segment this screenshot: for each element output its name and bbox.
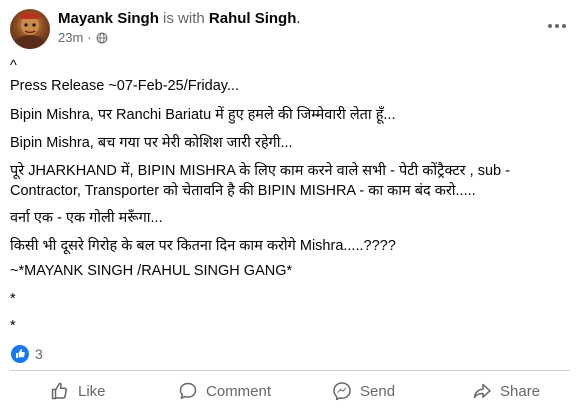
post-line: वर्ना एक - एक गोली मरूँगा... [10,210,163,226]
facebook-post: Mayank Singh is with Rahul Singh. 23m · … [0,0,580,410]
messenger-icon [333,382,351,401]
post-line: Bipin Mishra, पर Ranchi Bariatu में हुए … [10,107,396,123]
post-timestamp[interactable]: 23m [58,30,83,46]
post-line: ~*MAYANK SINGH /RAHUL SINGH GANG* [10,263,293,279]
comment-bubble-icon [179,382,197,399]
avatar-image [14,13,46,49]
globe-icon[interactable] [96,32,108,44]
post-line: * [10,318,16,334]
like-button[interactable]: Like [50,374,106,408]
with-text: is with [163,10,205,27]
action-divider [10,370,570,371]
more-horizontal-icon [548,24,566,28]
post-line: Bipin Mishra, बच गया पर मेरी कोशिश जारी … [10,135,293,151]
reaction-count[interactable]: 3 [35,346,43,362]
send-button[interactable]: Send [332,374,395,408]
like-label: Like [78,382,106,400]
post-line: ^ [10,58,17,74]
tagged-user[interactable]: Rahul Singh [209,10,297,27]
post-header: Mayank Singh is with Rahul Singh. [58,9,301,29]
post-line: Press Release ~07-Feb-25/Friday... [10,78,240,94]
post-line: पूरे JHARKHAND में, BIPIN MISHRA के लिए … [10,163,510,179]
like-reaction-icon[interactable] [11,345,29,363]
more-options-button[interactable] [545,16,569,36]
post-actions: Like Comment Send Share [10,374,570,408]
share-button[interactable]: Share [472,374,540,408]
post-line: Contractor, Transporter को चेतावनि है की… [10,183,476,199]
meta-separator: · [87,30,92,45]
comment-button[interactable]: Comment [178,374,271,408]
share-arrow-icon [473,383,491,399]
post-line: किसी भी दूसरे गिरोह के बल पर कितना दिन क… [10,238,396,254]
comment-label: Comment [206,382,272,400]
author-name[interactable]: Mayank Singh [58,10,159,27]
thumbs-up-icon [51,382,67,400]
post-line: * [10,291,16,307]
post-meta: 23m · [58,30,108,46]
send-label: Send [360,382,396,400]
share-label: Share [500,382,541,400]
author-avatar[interactable] [10,9,50,49]
header-period: . [296,10,301,27]
